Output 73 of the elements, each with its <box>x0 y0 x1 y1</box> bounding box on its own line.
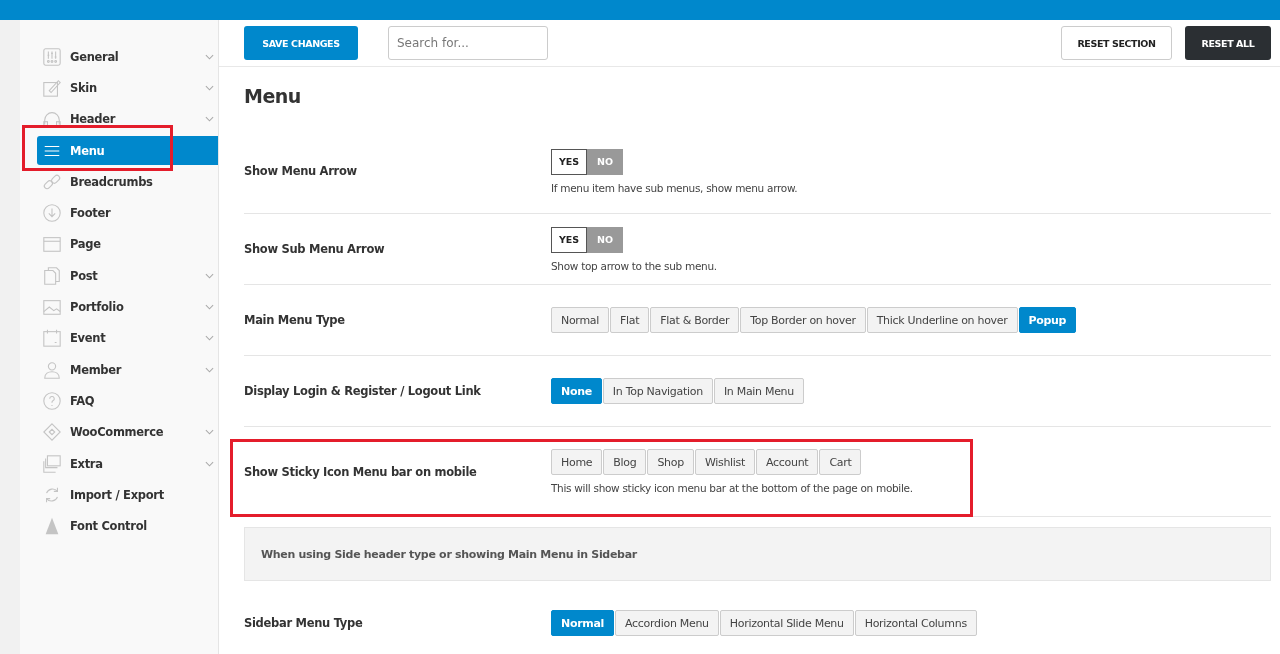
option-button[interactable]: Popup <box>1018 307 1077 333</box>
image-icon <box>42 297 62 317</box>
option-button[interactable]: Flat & Border <box>650 307 740 333</box>
chevron-down-icon[interactable] <box>205 366 214 373</box>
setting-description: If menu item have sub menus, show menu arrow. <box>551 181 798 194</box>
option-button[interactable]: Normal <box>551 307 609 333</box>
option-button[interactable]: Flat <box>610 307 650 333</box>
setting-description: Show top arrow to the sub menu. <box>551 259 717 272</box>
sidebar-item[interactable]: Footer <box>20 198 218 228</box>
notice-text: When using Side header type or showing Main Menu in Sidebar <box>261 547 637 561</box>
help-icon <box>42 390 62 411</box>
chevron-down-icon[interactable] <box>205 53 214 60</box>
reset-all-button[interactable]: RESET ALL <box>1185 26 1271 60</box>
option-button[interactable]: Horizontal Columns <box>854 610 977 636</box>
option-button[interactable]: Account <box>756 449 819 475</box>
window-icon <box>42 234 62 255</box>
setting-label: Main Menu Type <box>244 313 346 327</box>
calendar-icon <box>42 328 62 349</box>
sidebar-item[interactable]: WooCommerce <box>20 417 218 447</box>
sidebar-item[interactable]: Header <box>20 104 218 134</box>
chevron-down-icon[interactable] <box>205 304 214 310</box>
sidebar-item[interactable]: Page <box>20 229 218 259</box>
chevron-down-icon[interactable] <box>205 460 214 467</box>
option-button[interactable]: Accordion Menu <box>615 610 719 636</box>
option-button[interactable]: None <box>551 378 602 404</box>
setting-label: Display Login & Register / Logout Link <box>244 384 482 398</box>
sliders-icon <box>42 46 62 67</box>
option-button[interactable]: Horizontal Slide Menu <box>719 610 854 636</box>
sidebar-item[interactable]: Font Control <box>20 511 218 541</box>
sidebar-item[interactable]: Member <box>20 355 218 385</box>
setting-description: This will show sticky icon menu bar at the bottom of the page on mobile. <box>551 482 913 494</box>
sidebar-item[interactable]: Breadcrumbs <box>20 167 218 197</box>
chevron-down-icon[interactable] <box>205 335 214 342</box>
option-button[interactable]: Blog <box>603 449 647 475</box>
option-button[interactable]: Top Border on hover <box>740 307 866 333</box>
option-button[interactable]: Thick Underline on hover <box>866 307 1018 333</box>
chevron-down-icon[interactable] <box>205 84 214 91</box>
save-changes-button[interactable]: SAVE CHANGES <box>244 26 358 60</box>
switch-option[interactable]: YES <box>551 148 587 175</box>
section-title: Menu <box>244 85 302 109</box>
chevron-down-icon[interactable] <box>205 272 214 279</box>
sidebar-item[interactable]: Post <box>20 261 218 291</box>
link-icon <box>42 171 62 192</box>
setting-label: Show Menu Arrow <box>244 164 358 178</box>
sidebar-item[interactable]: FAQ <box>20 386 218 416</box>
option-button[interactable]: Home <box>551 449 603 475</box>
setting-label: Show Sticky Icon Menu bar on mobile <box>244 464 478 479</box>
sidebar-item[interactable]: Portfolio <box>20 292 218 322</box>
doc-icon <box>42 265 62 286</box>
reset-section-button[interactable]: RESET SECTION <box>1061 26 1172 60</box>
option-button[interactable]: Wishlist <box>694 449 756 475</box>
chevron-down-icon[interactable] <box>205 116 214 123</box>
sidebar-item[interactable]: Skin <box>20 73 218 103</box>
tag-icon <box>42 422 62 443</box>
option-button[interactable]: In Top Navigation <box>602 378 713 404</box>
sidebar-item[interactable]: Extra <box>20 449 218 478</box>
sidebar-item[interactable]: General <box>20 42 218 72</box>
switch-option[interactable]: YES <box>551 226 587 253</box>
sidebar-item[interactable]: Import / Export <box>20 480 218 510</box>
option-button[interactable]: In Main Menu <box>713 378 804 404</box>
option-button[interactable]: Shop <box>647 449 694 475</box>
option-button[interactable]: Cart <box>819 449 862 475</box>
user-icon <box>42 359 62 380</box>
sidebar-item[interactable]: Menu <box>37 136 218 166</box>
setting-label: Sidebar Menu Type <box>244 616 364 630</box>
download-icon <box>42 203 62 224</box>
sidebar-item[interactable]: Event <box>20 323 218 353</box>
layers-icon <box>42 453 62 474</box>
option-button[interactable]: Normal <box>551 610 615 636</box>
brush-icon <box>42 77 62 98</box>
chevron-down-icon[interactable] <box>205 429 214 436</box>
setting-label: Show Sub Menu Arrow <box>244 242 386 256</box>
search-field[interactable]: Search for... <box>388 26 548 60</box>
